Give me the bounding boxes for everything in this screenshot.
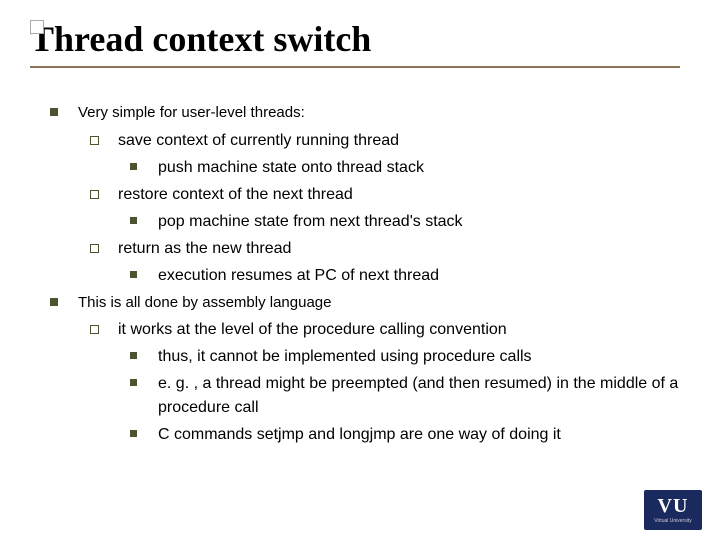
bullet-lvl1: This is all done by assembly language bbox=[50, 292, 680, 315]
list-group: execution resumes at PC of next thread bbox=[130, 264, 680, 288]
bullet-lvl1: Very simple for user-level threads: bbox=[50, 102, 680, 125]
list-group: push machine state onto thread stack bbox=[130, 156, 680, 180]
title-accent-box bbox=[30, 20, 44, 34]
bullet-lvl2: return as the new thread bbox=[90, 237, 680, 261]
slide-title: Thread context switch bbox=[30, 18, 720, 60]
bullet-lvl3: e. g. , a thread might be preempted (and… bbox=[130, 372, 680, 420]
bullet-lvl3: execution resumes at PC of next thread bbox=[130, 264, 680, 288]
bullet-lvl2: save context of currently running thread bbox=[90, 129, 680, 153]
list-group: it works at the level of the procedure c… bbox=[90, 318, 680, 447]
slide-content: Very simple for user-level threads: save… bbox=[0, 68, 720, 447]
bullet-lvl3: pop machine state from next thread's sta… bbox=[130, 210, 680, 234]
title-area: Thread context switch bbox=[0, 0, 720, 60]
vu-logo: VU Virtual University bbox=[644, 490, 702, 530]
list-group: thus, it cannot be implemented using pro… bbox=[130, 345, 680, 447]
bullet-lvl3: C commands setjmp and longjmp are one wa… bbox=[130, 423, 680, 447]
logo-sub-text: Virtual University bbox=[654, 518, 691, 524]
bullet-lvl2: restore context of the next thread bbox=[90, 183, 680, 207]
bullet-lvl2: it works at the level of the procedure c… bbox=[90, 318, 680, 342]
list-group: pop machine state from next thread's sta… bbox=[130, 210, 680, 234]
bullet-lvl3: thus, it cannot be implemented using pro… bbox=[130, 345, 680, 369]
list-group: save context of currently running thread… bbox=[90, 129, 680, 288]
bullet-lvl3: push machine state onto thread stack bbox=[130, 156, 680, 180]
logo-main-text: VU bbox=[658, 496, 689, 516]
